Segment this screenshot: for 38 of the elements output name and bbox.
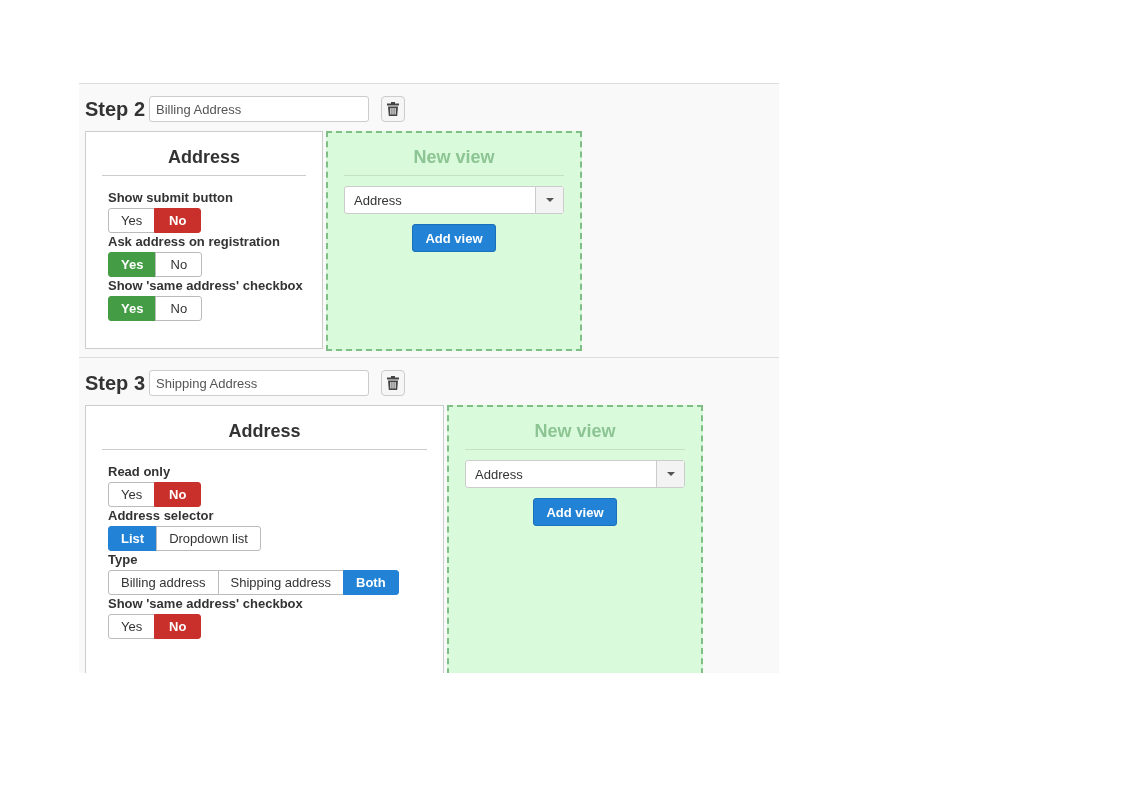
toggle-option[interactable]: Shipping address <box>217 570 344 595</box>
step-name-field[interactable]: Shipping Address <box>149 370 370 396</box>
dropzone-title: New view <box>344 133 564 176</box>
toggle-option[interactable]: Both <box>343 570 399 595</box>
toggle-option[interactable]: Billing address <box>108 570 219 595</box>
delete-button[interactable] <box>381 370 406 396</box>
add-view-button[interactable]: Add view <box>533 498 617 526</box>
view-select[interactable]: Address <box>344 186 564 214</box>
toggle-option[interactable]: Yes <box>108 482 156 507</box>
option-label: Ask address on registration <box>108 234 281 249</box>
trash-icon <box>387 102 400 116</box>
option-label: Show 'same address' checkbox <box>108 278 304 293</box>
option-label: Type <box>108 552 139 567</box>
trash-icon <box>387 376 400 390</box>
toggle-option[interactable]: Dropdown list <box>156 526 261 551</box>
option-label: Show 'same address' checkbox <box>108 596 304 611</box>
step-label: Step 3 <box>85 371 146 395</box>
toggle-option[interactable]: Yes <box>108 208 156 233</box>
option-label: Read only <box>108 464 172 479</box>
toggle-option[interactable]: No <box>154 208 202 233</box>
view-select[interactable]: Address <box>465 460 685 488</box>
toggle-option[interactable]: No <box>155 296 203 321</box>
card-title: Address <box>102 406 427 450</box>
option-label: Show submit button <box>108 190 234 205</box>
toggle-option[interactable]: No <box>155 252 203 277</box>
step-label: Step 2 <box>85 97 146 121</box>
caret-icon <box>666 472 675 476</box>
caret-icon <box>545 198 554 202</box>
toggle-option[interactable]: Yes <box>108 614 156 639</box>
option-label: Address selector <box>108 508 215 523</box>
toggle-option[interactable]: List <box>108 526 158 551</box>
add-view-button[interactable]: Add view <box>412 224 496 252</box>
delete-button[interactable] <box>381 96 406 122</box>
toggle-option[interactable]: No <box>154 614 202 639</box>
step-name-field[interactable]: Billing Address <box>149 96 370 122</box>
toggle-option[interactable]: No <box>154 482 202 507</box>
dropzone-title: New view <box>465 407 685 450</box>
card-title: Address <box>102 132 306 176</box>
